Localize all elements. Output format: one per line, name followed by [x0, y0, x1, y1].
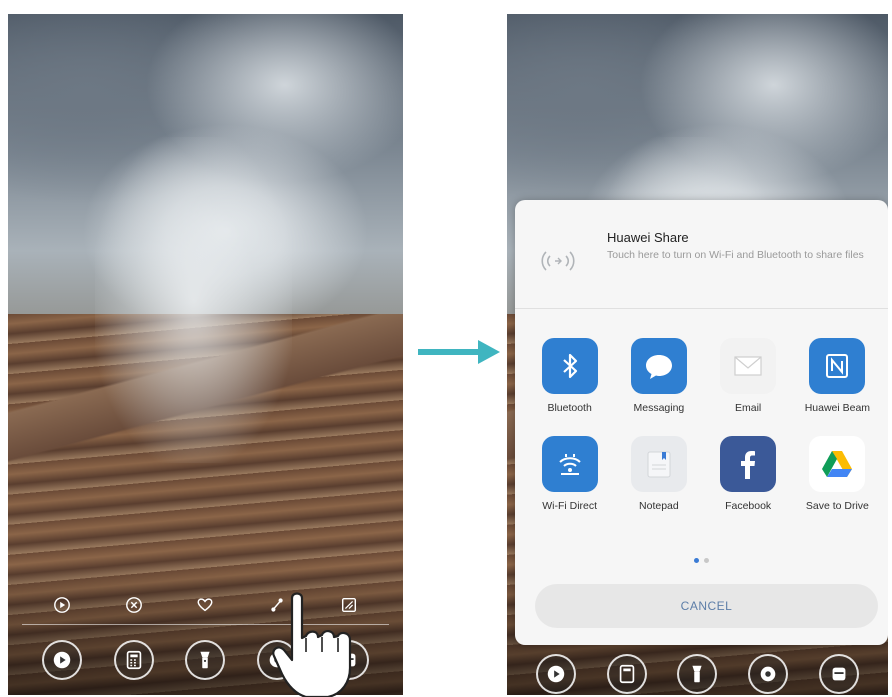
page-dot: [704, 558, 709, 563]
share-sheet: Huawei Share Touch here to turn on Wi-Fi…: [515, 200, 888, 645]
app-dock: [507, 654, 888, 694]
nfc-icon: [809, 338, 866, 394]
share-option-label: Wi-Fi Direct: [542, 500, 598, 512]
camera-app-icon[interactable]: [41, 640, 82, 680]
music-app-icon: [748, 654, 789, 694]
calculator-app-icon: [606, 654, 647, 694]
share-option-email[interactable]: Email: [704, 338, 793, 414]
play-icon[interactable]: [51, 594, 73, 616]
share-option-label: Email: [734, 402, 762, 414]
email-icon: [720, 338, 777, 394]
flashlight-app-icon: [677, 654, 718, 694]
share-option-label: Messaging: [633, 402, 685, 414]
favorite-icon[interactable]: [194, 594, 216, 616]
share-option-label: Huawei Beam: [804, 402, 871, 414]
cancel-button[interactable]: CANCEL: [535, 584, 878, 628]
sheet-divider: [515, 308, 888, 309]
page-dot-active: [694, 558, 699, 563]
tapping-hand-icon: [272, 592, 352, 697]
share-option-label: Notepad: [639, 500, 679, 512]
wifi-direct-icon: [541, 436, 598, 492]
share-option-facebook[interactable]: Facebook: [704, 436, 793, 512]
huawei-share-row[interactable]: Huawei Share Touch here to turn on Wi-Fi…: [533, 230, 876, 298]
page-indicator: [515, 558, 888, 563]
google-drive-icon: [809, 436, 866, 492]
facebook-icon: [720, 436, 777, 492]
share-option-notepad[interactable]: Notepad: [614, 436, 703, 512]
flashlight-app-icon[interactable]: [185, 640, 226, 680]
huawei-share-icon: [533, 236, 583, 286]
share-option-save-to-drive[interactable]: Save to Drive: [793, 436, 882, 512]
share-screen: Huawei Share Touch here to turn on Wi-Fi…: [507, 14, 888, 695]
messaging-icon: [630, 338, 687, 394]
delete-icon[interactable]: [123, 594, 145, 616]
huawei-share-title: Huawei Share: [607, 230, 689, 245]
share-app-grid: Bluetooth Messaging Email Huawei Beam Wi…: [525, 338, 882, 512]
calculator-app-icon[interactable]: [113, 640, 154, 680]
bluetooth-icon: [541, 338, 598, 394]
share-option-label: Facebook: [725, 500, 772, 512]
share-option-wifi-direct[interactable]: Wi-Fi Direct: [525, 436, 614, 512]
huawei-share-description: Touch here to turn on Wi-Fi and Bluetoot…: [607, 249, 864, 261]
transition-arrow-icon: [418, 340, 500, 364]
photo-storm-haze: [94, 136, 293, 464]
share-option-label: Save to Drive: [805, 500, 869, 512]
share-option-bluetooth[interactable]: Bluetooth: [525, 338, 614, 414]
share-option-huawei-beam[interactable]: Huawei Beam: [793, 338, 882, 414]
share-option-label: Bluetooth: [547, 402, 592, 414]
notepad-icon: [630, 436, 687, 492]
share-option-messaging[interactable]: Messaging: [614, 338, 703, 414]
recorder-app-icon: [818, 654, 859, 694]
camera-app-icon: [536, 654, 577, 694]
